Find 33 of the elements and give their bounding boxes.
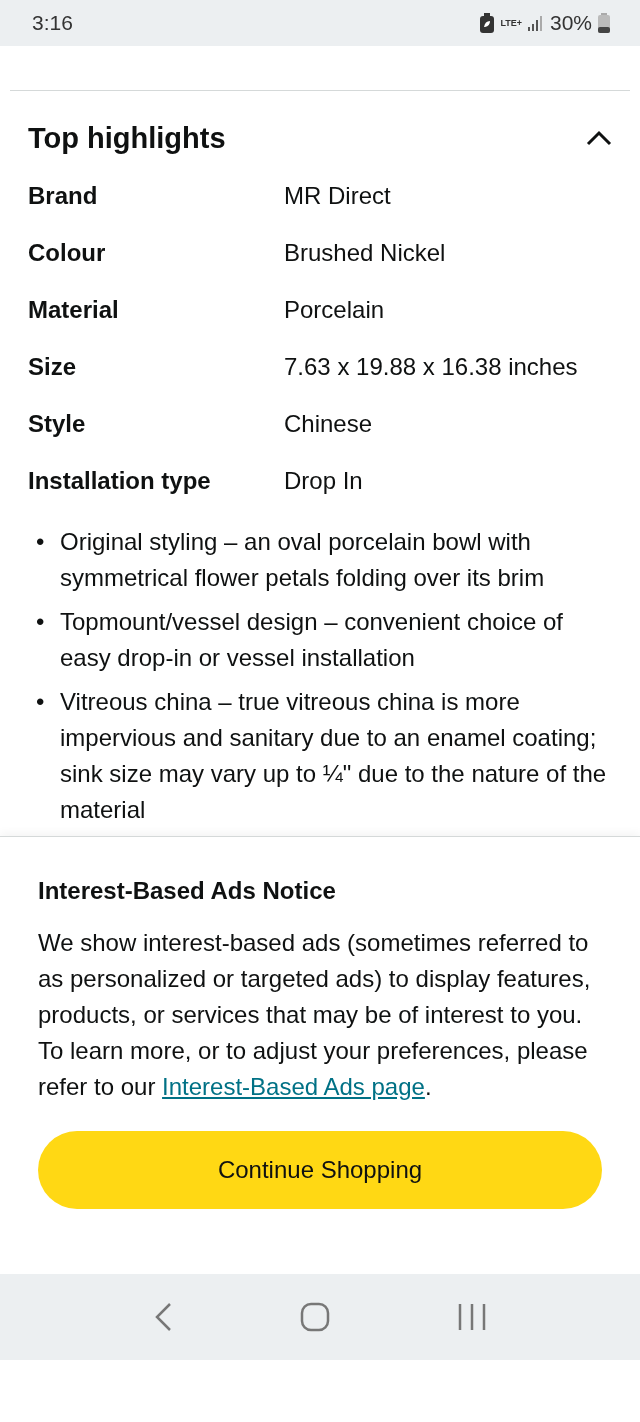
attribute-label: Size [28,352,78,383]
highlight-text: Original styling – an oval porcelain bowl with symmetrical flower petals folding over its brim [60,526,546,593]
notice-text: We show interest-based ads (sometimes referred to as personalized or targeted ads) to display features, products, or services that may be of interest to you. To learn more, or to adjust your preferences, please refer to our Interest-Based Ads page. [38,927,592,1102]
attribute-value: Drop In [284,466,363,497]
attribute-value: Porcelain [284,295,385,326]
attribute-label: Style [28,409,87,440]
attribute-label: Colour [28,238,107,269]
bullet-marker: • [36,606,46,637]
collapse-chevron-icon[interactable] [586,130,612,147]
attribute-label: Material [28,295,120,326]
attribute-value: 7.63 x 19.88 x 16.38 inches [284,352,578,383]
battery-icon [598,13,610,33]
continue-shopping-button[interactable]: Continue Shopping [38,1130,602,1209]
back-icon[interactable] [154,1301,172,1332]
attribute-value: Chinese [284,409,373,440]
status-time: 3:16 [32,10,73,37]
bullet-marker: • [36,526,46,557]
battery-level: 30% [549,10,592,37]
highlight-text: Topmount/vessel design – convenient choice of easy drop-in or vessel installation [60,606,564,673]
attribute-label: Brand [28,181,99,212]
network-type: LTE+ [500,18,522,28]
attribute-value: Brushed Nickel [284,238,446,269]
signal-icon [527,15,544,31]
recent-apps-icon[interactable] [458,1302,486,1331]
attribute-label: Installation type [28,466,212,497]
attribute-value: MR Direct [284,181,391,212]
ads-page-link[interactable]: Interest-Based Ads page [162,1072,425,1100]
battery-saver-icon [480,13,495,33]
home-icon[interactable] [300,1301,330,1332]
bullet-marker: • [36,686,46,717]
highlight-text: Vitreous china – true vitreous china is more impervious and sanitary due to an enamel coating; sink size may vary up to ¼" due to the nature of the material [60,686,608,825]
notice-title: Interest-Based Ads Notice [38,875,337,906]
section-title: Top highlights [28,121,226,156]
